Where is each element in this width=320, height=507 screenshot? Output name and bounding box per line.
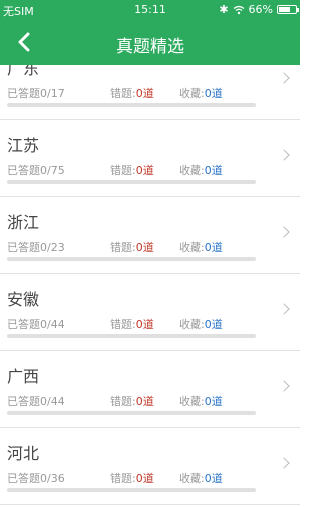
wrong-label: 错题:	[110, 395, 136, 408]
list-item[interactable]: 河北 已答题0/36 错题:0道 收藏:0道	[0, 428, 300, 505]
status-bar: 无SIM 15:11 ✱ 66%	[0, 0, 300, 20]
favorite-stat: 收藏:0道	[179, 316, 223, 332]
wrong-label: 错题:	[110, 241, 136, 254]
chevron-right-icon	[278, 226, 290, 238]
wrong-label: 错题:	[110, 87, 136, 100]
wifi-icon	[233, 5, 244, 14]
favorite-label: 收藏:	[179, 87, 205, 100]
answered-count: 已答题0/36	[7, 472, 65, 485]
province-name: 浙江	[7, 213, 40, 232]
favorite-count: 0道	[204, 395, 223, 408]
chevron-right-icon	[278, 380, 290, 392]
favorite-count: 0道	[204, 472, 223, 485]
favorite-stat: 收藏:0道	[179, 393, 223, 409]
favorite-stat: 收藏:0道	[179, 85, 223, 101]
progress-bar	[7, 180, 256, 184]
progress-bar	[7, 334, 256, 338]
province-name: 江苏	[7, 136, 40, 155]
progress-bar	[7, 103, 256, 107]
status-icons: ✱ 66%	[219, 3, 299, 16]
battery-level	[279, 7, 290, 12]
answered-count: 已答题0/23	[7, 241, 65, 254]
favorite-stat: 收藏:0道	[179, 470, 223, 486]
province-name: 河北	[7, 444, 40, 463]
page-title: 真题精选	[116, 37, 184, 57]
wrong-stat: 错题:0道	[110, 85, 154, 101]
wrong-count: 0道	[135, 164, 154, 177]
wrong-label: 错题:	[110, 318, 136, 331]
province-name: 广西	[7, 367, 40, 386]
wrong-count: 0道	[135, 87, 154, 100]
favorite-count: 0道	[204, 164, 223, 177]
list-item[interactable]: 江苏 已答题0/75 错题:0道 收藏:0道	[0, 120, 300, 197]
wrong-stat: 错题:0道	[110, 239, 154, 255]
favorite-label: 收藏:	[179, 241, 205, 254]
chevron-right-icon	[278, 149, 290, 161]
favorite-label: 收藏:	[179, 472, 205, 485]
progress-bar	[7, 411, 256, 415]
favorite-label: 收藏:	[179, 318, 205, 331]
wrong-stat: 错题:0道	[110, 162, 154, 178]
battery-icon	[277, 5, 299, 14]
wrong-stat: 错题:0道	[110, 316, 154, 332]
favorite-label: 收藏:	[179, 395, 205, 408]
chevron-right-icon	[278, 457, 290, 469]
wrong-label: 错题:	[110, 164, 136, 177]
nav-bar: 真题精选	[0, 20, 300, 65]
answered-count: 已答题0/44	[7, 395, 65, 408]
wrong-count: 0道	[135, 472, 154, 485]
progress-bar	[7, 488, 256, 492]
chevron-right-icon	[278, 72, 290, 84]
list-item[interactable]: 广东 已答题0/17 错题:0道 收藏:0道	[0, 65, 300, 120]
wrong-count: 0道	[135, 241, 154, 254]
answered-count: 已答题0/17	[7, 87, 65, 100]
battery-percent: 66%	[248, 3, 273, 16]
province-name: 广东	[7, 65, 40, 78]
answered-count: 已答题0/44	[7, 318, 65, 331]
wrong-count: 0道	[135, 318, 154, 331]
list-item[interactable]: 广西 已答题0/44 错题:0道 收藏:0道	[0, 351, 300, 428]
favorite-stat: 收藏:0道	[179, 162, 223, 178]
favorite-stat: 收藏:0道	[179, 239, 223, 255]
favorite-label: 收藏:	[179, 164, 205, 177]
favorite-count: 0道	[204, 241, 223, 254]
wrong-stat: 错题:0道	[110, 393, 154, 409]
favorite-count: 0道	[204, 318, 223, 331]
chevron-right-icon	[278, 303, 290, 315]
wrong-label: 错题:	[110, 472, 136, 485]
answered-count: 已答题0/75	[7, 164, 65, 177]
province-name: 安徽	[7, 290, 40, 309]
favorite-count: 0道	[204, 87, 223, 100]
wrong-stat: 错题:0道	[110, 470, 154, 486]
list-item[interactable]: 浙江 已答题0/23 错题:0道 收藏:0道	[0, 197, 300, 274]
progress-bar	[7, 257, 256, 261]
list-item[interactable]: 安徽 已答题0/44 错题:0道 收藏:0道	[0, 274, 300, 351]
wrong-count: 0道	[135, 395, 154, 408]
province-list: 广东 已答题0/17 错题:0道 收藏:0道 江苏 已答题0/75 错题:0道 …	[0, 65, 300, 507]
bluetooth-icon: ✱	[219, 3, 229, 16]
